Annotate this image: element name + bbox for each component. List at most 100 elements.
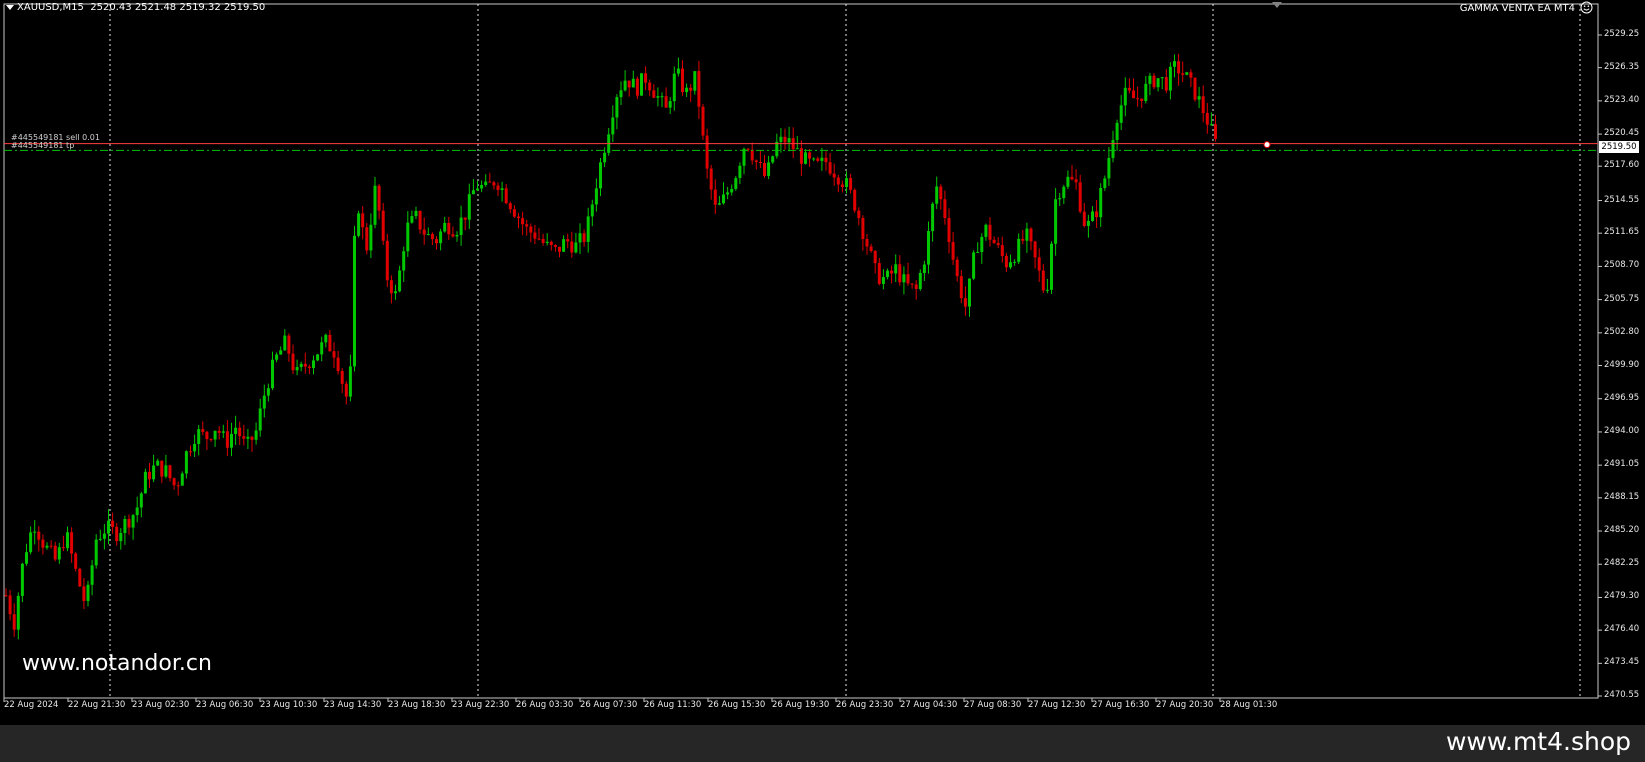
x-tick-label: 27 Aug 16:30 bbox=[1092, 700, 1150, 710]
candle-body bbox=[4, 595, 8, 597]
y-tick-label: 2502.80 bbox=[1604, 326, 1640, 337]
candle-body bbox=[656, 96, 660, 98]
candle-body bbox=[1144, 83, 1148, 101]
candle-body bbox=[521, 218, 525, 225]
candle-body bbox=[381, 210, 385, 241]
x-tick-label: 27 Aug 08:30 bbox=[964, 700, 1022, 710]
y-tick-label: 2482.25 bbox=[1604, 558, 1640, 569]
candle-body bbox=[66, 532, 69, 549]
candle-body bbox=[902, 274, 906, 283]
candle-body bbox=[693, 71, 697, 91]
candle-body bbox=[78, 568, 82, 587]
price-chart[interactable] bbox=[0, 0, 1645, 725]
candle-body bbox=[1045, 289, 1049, 291]
candle-body bbox=[377, 185, 381, 211]
candle-body bbox=[1021, 238, 1025, 241]
ea-name-label: GAMMA VENTA EA MT4 bbox=[1459, 3, 1575, 14]
candle-body bbox=[443, 222, 447, 232]
candle-body bbox=[225, 431, 229, 448]
candle-body bbox=[701, 106, 705, 136]
candle-body bbox=[488, 181, 492, 183]
candle-body bbox=[348, 366, 352, 397]
y-tick-label: 2523.40 bbox=[1604, 94, 1640, 105]
candle-body bbox=[676, 68, 680, 74]
x-tick-label: 26 Aug 15:30 bbox=[708, 700, 766, 710]
candle-body bbox=[824, 157, 828, 163]
candle-body bbox=[918, 272, 922, 289]
candle-body bbox=[1127, 87, 1131, 91]
candle-body bbox=[672, 73, 676, 102]
candle-body bbox=[414, 210, 418, 217]
candle-body bbox=[131, 515, 135, 528]
candle-body bbox=[763, 162, 766, 177]
candle-body bbox=[316, 354, 320, 361]
candle-body bbox=[291, 353, 295, 371]
chart-shift-triangle-icon[interactable] bbox=[1272, 2, 1282, 8]
candle-body bbox=[517, 216, 520, 219]
smiley-icon[interactable] bbox=[1580, 1, 1593, 14]
candle-body bbox=[221, 431, 225, 433]
candle-body bbox=[1074, 179, 1078, 183]
candle-body bbox=[279, 350, 283, 355]
candle-body bbox=[459, 217, 463, 235]
candle-body bbox=[906, 274, 910, 284]
candle-body bbox=[947, 218, 951, 243]
candle-body bbox=[287, 335, 291, 354]
x-tick-label: 27 Aug 12:30 bbox=[1028, 700, 1086, 710]
candle-body bbox=[1058, 198, 1062, 200]
candle-body bbox=[709, 168, 713, 190]
candle-body bbox=[631, 78, 635, 88]
candle-body bbox=[1115, 122, 1119, 141]
candle-body bbox=[730, 188, 734, 193]
candle-body bbox=[57, 547, 61, 560]
candle-body bbox=[681, 68, 684, 93]
candle-body bbox=[484, 181, 488, 186]
candle-body bbox=[660, 96, 664, 98]
x-tick-label: 27 Aug 20:30 bbox=[1156, 700, 1214, 710]
candle-body bbox=[845, 178, 848, 187]
tp-order-label: #445549181 tp bbox=[11, 141, 75, 150]
candle-body bbox=[644, 73, 648, 83]
candle-body bbox=[98, 538, 102, 540]
candle-body bbox=[312, 360, 315, 369]
candle-body bbox=[463, 217, 467, 220]
candle-body bbox=[156, 460, 160, 466]
candle-body bbox=[808, 152, 812, 159]
candle-body bbox=[242, 436, 246, 439]
candle-body bbox=[955, 259, 959, 277]
chart-area[interactable]: XAUUSD,M15 2520.43 2521.48 2519.32 2519.… bbox=[0, 0, 1645, 725]
candle-body bbox=[476, 188, 479, 191]
candle-body bbox=[578, 233, 582, 243]
candle-body bbox=[307, 366, 311, 369]
candle-body bbox=[939, 186, 943, 200]
candle-body bbox=[418, 210, 422, 230]
candle-body bbox=[1193, 77, 1197, 100]
candle-body bbox=[976, 251, 980, 253]
candle-body bbox=[246, 436, 250, 439]
candle-body bbox=[1095, 211, 1099, 218]
candle-body bbox=[996, 243, 1000, 246]
candle-body bbox=[406, 222, 410, 252]
dropdown-triangle-icon[interactable] bbox=[6, 4, 14, 10]
candle-body bbox=[266, 388, 270, 396]
candle-body bbox=[176, 485, 180, 487]
candle-body bbox=[566, 239, 570, 242]
candle-body bbox=[1037, 257, 1041, 271]
candle-body bbox=[213, 430, 217, 440]
footer-bar: www.mt4.shop bbox=[0, 725, 1645, 762]
candle-body bbox=[49, 545, 53, 547]
y-tick-label: 2485.20 bbox=[1604, 525, 1640, 536]
candle-body bbox=[250, 436, 254, 440]
y-tick-label: 2496.95 bbox=[1604, 392, 1640, 403]
candle-body bbox=[197, 429, 201, 444]
candle-body bbox=[754, 160, 758, 163]
candle-body bbox=[963, 298, 967, 307]
candle-body bbox=[12, 614, 16, 630]
candle-body bbox=[471, 190, 475, 195]
candle-body bbox=[615, 97, 619, 118]
candle-body bbox=[1029, 228, 1033, 242]
symbol-header: XAUUSD,M15 2520.43 2521.48 2519.32 2519.… bbox=[6, 2, 265, 13]
candle-body bbox=[41, 539, 45, 548]
candle-body bbox=[209, 439, 213, 441]
candle-body bbox=[779, 136, 783, 142]
